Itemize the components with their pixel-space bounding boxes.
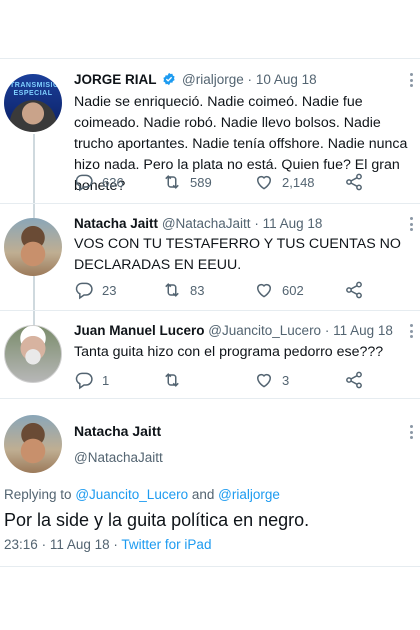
like-icon bbox=[256, 283, 272, 298]
reply-count: 23 bbox=[102, 282, 117, 298]
tweet-actions: 23 83 602 bbox=[74, 280, 374, 302]
tweet-juancito-lucero[interactable]: Juan Manuel Lucero @Juancito_Lucero · 11… bbox=[0, 310, 420, 400]
like-icon bbox=[256, 373, 272, 388]
retweet-icon bbox=[165, 175, 179, 189]
reply-button[interactable]: 636 bbox=[74, 172, 124, 192]
retweet-count: 589 bbox=[190, 174, 212, 190]
reply-icon bbox=[75, 372, 93, 390]
like-button[interactable]: 3 bbox=[254, 370, 289, 390]
tweet-actions: 1 3 bbox=[74, 370, 374, 392]
more-icon[interactable] bbox=[410, 73, 414, 90]
reply-count: 1 bbox=[102, 372, 110, 388]
tweet-text: Tanta guita hizo con el programa pedorro… bbox=[74, 344, 384, 360]
separator-dot: · bbox=[247, 72, 253, 87]
avatar[interactable]: TRANSMISIÓN ESPECIAL bbox=[4, 74, 62, 132]
handle[interactable]: @rialjorge bbox=[182, 72, 244, 87]
reply-button[interactable]: 23 bbox=[74, 280, 116, 300]
like-count: 602 bbox=[282, 282, 304, 298]
tweet-natachajaitt[interactable]: Natacha Jaitt @NatachaJaitt · 11 Aug 18 … bbox=[0, 203, 420, 315]
tweet-date[interactable]: 10 Aug 18 bbox=[256, 72, 317, 87]
share-button[interactable] bbox=[344, 370, 364, 390]
tweet-header: Juan Manuel Lucero @Juancito_Lucero · 11… bbox=[74, 323, 393, 338]
separator-dot: · bbox=[113, 537, 118, 552]
tweet-date[interactable]: 11 Aug 18 bbox=[263, 216, 323, 231]
like-count: 3 bbox=[282, 372, 290, 388]
avatar-label: TRANSMISIÓN ESPECIAL bbox=[10, 82, 62, 97]
reply-button[interactable]: 1 bbox=[74, 370, 109, 390]
reply-icon bbox=[75, 174, 93, 192]
replying-user-link[interactable]: @rialjorge bbox=[218, 487, 280, 502]
tweet-time[interactable]: 23:16 bbox=[4, 537, 38, 552]
tweet-header: Natacha Jaitt @NatachaJaitt · 11 Aug 18 bbox=[74, 216, 322, 231]
retweet-icon bbox=[165, 373, 179, 387]
tweet-source-link[interactable]: Twitter for iPad bbox=[121, 537, 211, 552]
share-button[interactable] bbox=[344, 172, 364, 192]
like-count: 2,148 bbox=[282, 174, 315, 190]
tweet-meta: 23:16 · 11 Aug 18 · Twitter for iPad bbox=[4, 537, 211, 552]
tweet-header: JORGE RIAL @rialjorge · 10 Aug 18 bbox=[74, 72, 317, 87]
share-icon bbox=[346, 281, 362, 299]
verified-badge-icon bbox=[163, 72, 175, 86]
separator-dot: · bbox=[41, 537, 47, 552]
tweet-text: VOS CON TU TESTAFERRO Y TUS CUENTAS NO D… bbox=[74, 236, 401, 273]
retweet-count: 83 bbox=[190, 282, 205, 298]
more-icon[interactable] bbox=[410, 425, 414, 442]
handle[interactable]: @NatachaJaitt bbox=[74, 450, 163, 465]
display-name[interactable]: JORGE RIAL bbox=[74, 72, 157, 87]
retweet-icon bbox=[165, 283, 179, 297]
separator-dot: · bbox=[324, 323, 330, 338]
avatar[interactable] bbox=[4, 218, 62, 276]
handle[interactable]: @NatachaJaitt bbox=[162, 216, 251, 231]
replying-to: Replying to @Juancito_Lucero and @rialjo… bbox=[4, 487, 280, 502]
retweet-button[interactable] bbox=[162, 370, 190, 390]
replying-and: and bbox=[191, 487, 215, 502]
display-name[interactable]: Juan Manuel Lucero bbox=[74, 323, 205, 338]
avatar[interactable] bbox=[4, 325, 62, 383]
tweet-date[interactable]: 11 Aug 18 bbox=[50, 537, 110, 552]
display-name[interactable]: Natacha Jaitt bbox=[74, 216, 158, 231]
divider bbox=[0, 566, 420, 567]
tweet-date[interactable]: 11 Aug 18 bbox=[333, 323, 393, 338]
reply-count: 636 bbox=[102, 174, 124, 190]
like-button[interactable]: 2,148 bbox=[254, 172, 315, 192]
share-icon bbox=[346, 371, 362, 389]
replying-user-link[interactable]: @Juancito_Lucero bbox=[75, 487, 188, 502]
like-icon bbox=[256, 175, 272, 190]
retweet-button[interactable]: 589 bbox=[162, 172, 212, 192]
replying-prefix: Replying to bbox=[4, 487, 72, 502]
share-button[interactable] bbox=[344, 280, 364, 300]
tweet-rialjorge[interactable]: TRANSMISIÓN ESPECIAL JORGE RIAL @rialjor… bbox=[0, 0, 420, 218]
separator-dot: · bbox=[254, 216, 259, 231]
reply-icon bbox=[75, 282, 93, 300]
share-icon bbox=[346, 173, 362, 191]
more-icon[interactable] bbox=[410, 217, 414, 234]
like-button[interactable]: 602 bbox=[254, 280, 304, 300]
handle[interactable]: @Juancito_Lucero bbox=[208, 323, 321, 338]
display-name[interactable]: Natacha Jaitt bbox=[74, 423, 161, 439]
more-icon[interactable] bbox=[410, 324, 414, 341]
main-tweet-text: Por la side y la guita política en negro… bbox=[4, 510, 310, 530]
tweet-actions: 636 589 2,148 bbox=[74, 172, 374, 194]
avatar[interactable] bbox=[4, 415, 62, 473]
retweet-button[interactable]: 83 bbox=[162, 280, 204, 300]
